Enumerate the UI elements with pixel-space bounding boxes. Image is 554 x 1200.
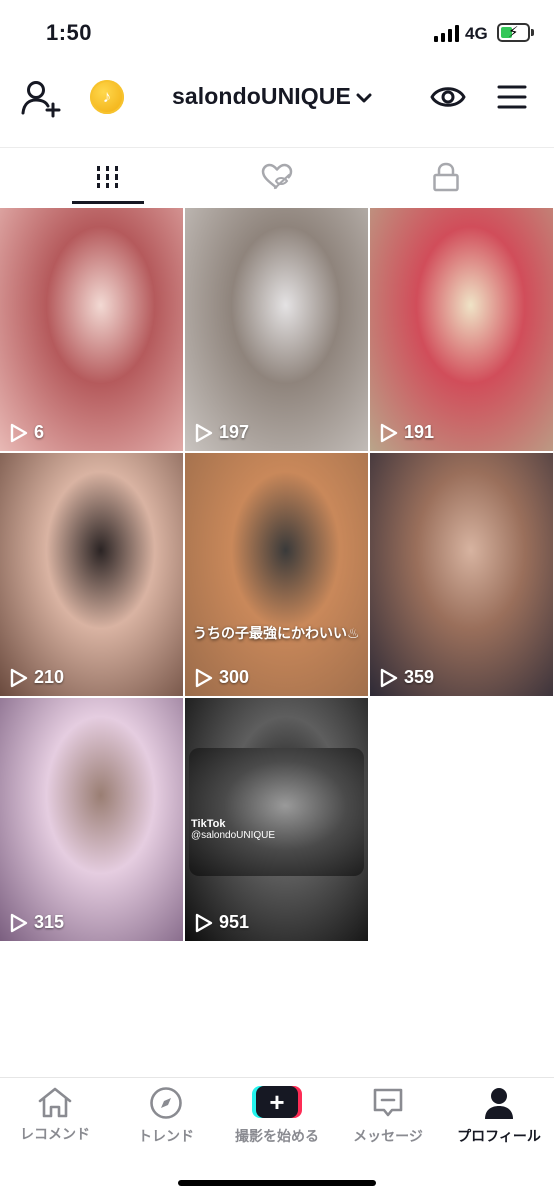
home-icon (38, 1087, 72, 1118)
play-icon (10, 913, 28, 932)
profile-header: ♪ salondoUNIQUE (0, 64, 554, 148)
video-caption: うちの子最強にかわいい♨ (193, 625, 360, 641)
video-thumbnail[interactable]: 6 (0, 208, 183, 451)
video-thumbnail[interactable]: 197 (185, 208, 368, 451)
nav-profile-label: プロフィール (457, 1128, 541, 1144)
play-icon (380, 423, 398, 442)
tab-private[interactable] (354, 148, 538, 206)
view-count-value: 191 (404, 422, 435, 442)
eye-icon[interactable] (430, 82, 466, 112)
nav-home[interactable]: レコメンド (0, 1086, 110, 1148)
play-icon (380, 668, 398, 687)
video-thumbnail[interactable]: TikTok @salondoUNIQUE 951 (185, 698, 368, 941)
view-count-value: 951 (219, 912, 250, 932)
status-bar: 1:50 4G ⚡ (0, 0, 554, 64)
signal-icon (434, 25, 459, 42)
inbox-icon (373, 1088, 403, 1117)
view-count: 359 (380, 667, 434, 688)
network-label: 4G (465, 24, 488, 43)
play-icon (195, 913, 213, 932)
view-count: 197 (195, 422, 249, 443)
nav-profile[interactable]: プロフィール (444, 1086, 554, 1148)
chevron-down-icon (356, 93, 372, 102)
view-count: 315 (10, 912, 64, 933)
view-count-value: 300 (219, 667, 250, 687)
view-count-value: 6 (34, 422, 45, 442)
nav-inbox[interactable]: メッセージ (333, 1086, 443, 1148)
video-thumbnail[interactable]: 359 (370, 453, 553, 696)
add-friend-icon[interactable] (20, 79, 64, 119)
account-switcher[interactable]: salondoUNIQUE (172, 83, 372, 110)
home-indicator (178, 1180, 376, 1186)
menu-icon[interactable] (497, 84, 527, 110)
view-count-value: 315 (34, 912, 65, 932)
view-count: 300 (195, 667, 249, 688)
compass-icon (150, 1087, 182, 1119)
view-count: 191 (380, 422, 434, 443)
view-count: 951 (195, 912, 249, 933)
nav-home-label: レコメンド (20, 1126, 90, 1142)
view-count: 210 (10, 667, 64, 688)
coin-icon[interactable]: ♪ (90, 80, 124, 114)
hidden-heart-icon (261, 163, 293, 190)
video-thumbnail[interactable]: 191 (370, 208, 553, 451)
view-count-value: 197 (219, 422, 250, 442)
username: salondoUNIQUE (172, 83, 351, 109)
nav-inbox-label: メッセージ (353, 1128, 423, 1144)
video-thumbnail[interactable]: 315 (0, 698, 183, 941)
play-icon (195, 423, 213, 442)
view-count-value: 210 (34, 667, 65, 687)
profile-tabs (0, 148, 554, 206)
play-icon (195, 668, 213, 687)
nav-trend-label: トレンド (138, 1128, 194, 1144)
nav-create-label: 撮影を始める (235, 1128, 319, 1144)
active-tab-indicator (72, 201, 144, 204)
tab-videos[interactable] (16, 148, 200, 206)
video-thumbnail[interactable]: 210 (0, 453, 183, 696)
grid-icon (97, 166, 118, 188)
play-icon (10, 668, 28, 687)
create-plus-icon: + (252, 1086, 302, 1118)
profile-icon (485, 1088, 513, 1119)
nav-create[interactable]: + 撮影を始める (222, 1086, 332, 1148)
video-thumbnail[interactable]: うちの子最強にかわいい♨ 300 (185, 453, 368, 696)
battery-icon: ⚡ (497, 23, 534, 42)
view-count-value: 359 (404, 667, 435, 687)
play-icon (10, 423, 28, 442)
view-count: 6 (10, 422, 44, 443)
tab-liked[interactable] (185, 148, 369, 206)
lock-icon (433, 162, 459, 192)
tiktok-watermark: TikTok @salondoUNIQUE (191, 818, 276, 841)
nav-trend[interactable]: トレンド (111, 1086, 221, 1148)
status-time: 1:50 (46, 20, 93, 45)
